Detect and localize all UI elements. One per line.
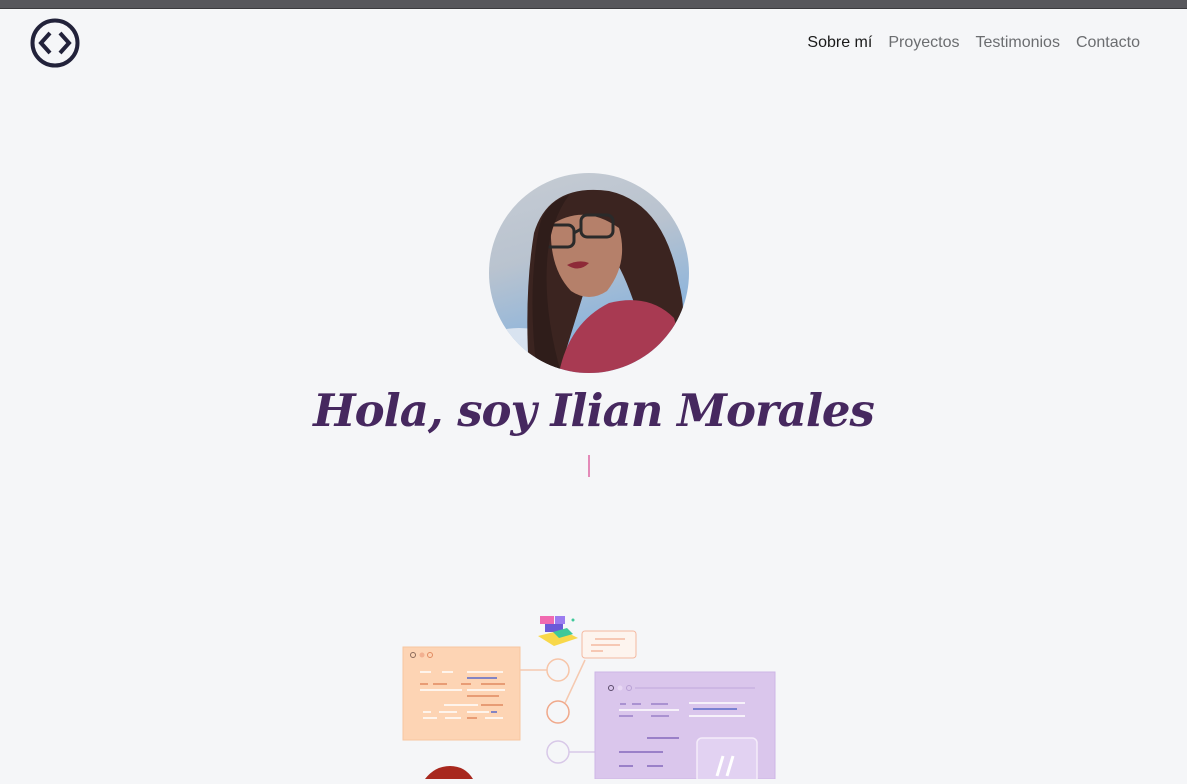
- nav-link-sobre-mi[interactable]: Sobre mí: [799, 33, 880, 53]
- typing-cursor: [588, 455, 590, 477]
- nav-link-contacto[interactable]: Contacto: [1068, 33, 1148, 53]
- nav-link-proyectos[interactable]: Proyectos: [880, 33, 967, 53]
- nav-link-testimonios[interactable]: Testimonios: [967, 33, 1067, 53]
- browser-top-strip: [0, 0, 1187, 9]
- hero-title: Hola, soy Ilian Morales: [313, 384, 875, 437]
- logo-code-icon[interactable]: [30, 18, 80, 68]
- navbar: Sobre mí Proyectos Testimonios Contacto: [0, 9, 1187, 77]
- profile-avatar: [489, 173, 689, 373]
- dev-workflow-illustration: [395, 608, 785, 784]
- nav-links: Sobre mí Proyectos Testimonios Contacto: [799, 33, 1148, 53]
